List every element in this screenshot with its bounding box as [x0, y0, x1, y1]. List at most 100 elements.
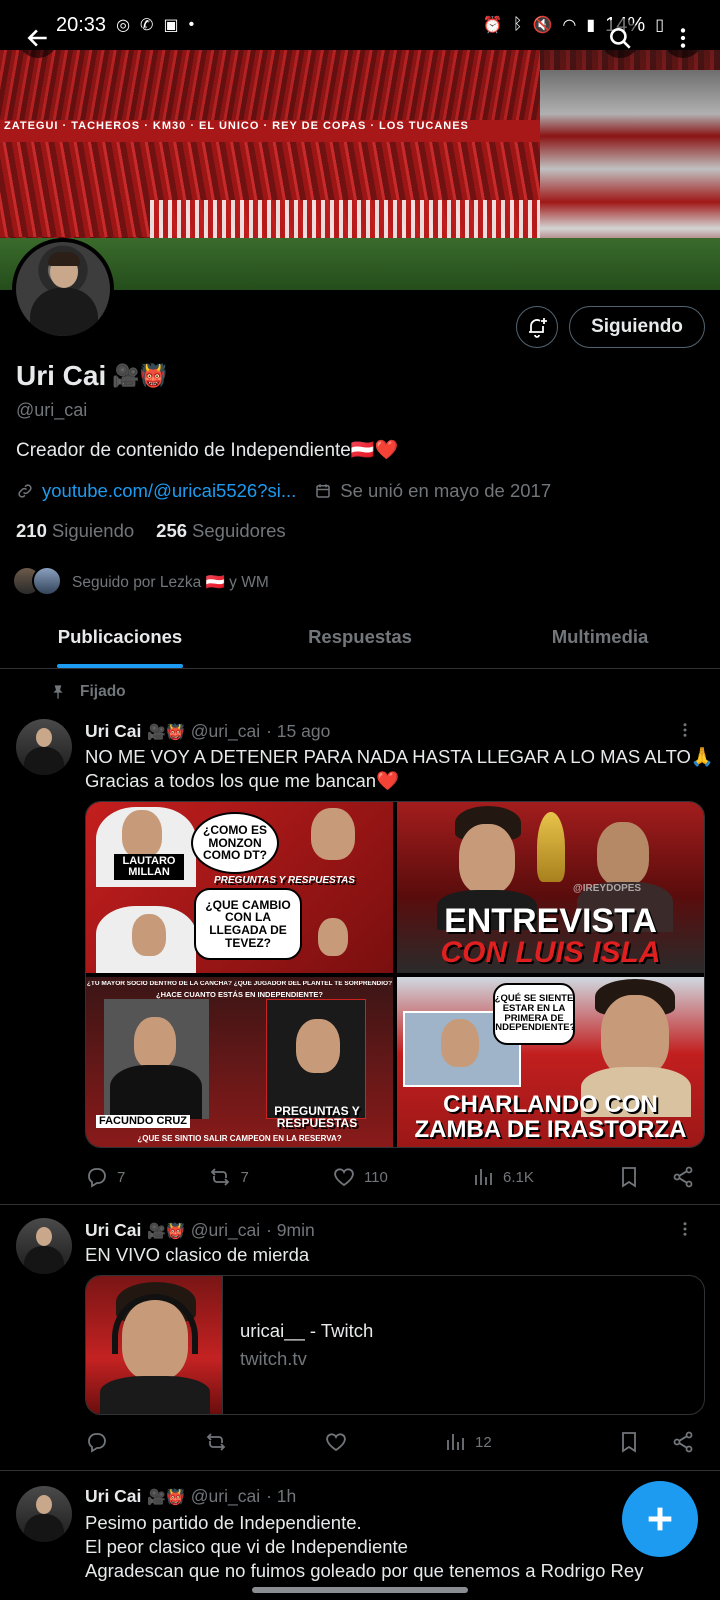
post-avatar[interactable]	[16, 1486, 72, 1542]
banner-flags	[150, 200, 540, 240]
share-button[interactable]	[671, 1165, 695, 1189]
post-text-line: Agradescan que no fuimos goleado por que…	[85, 1560, 644, 1581]
view-count: 6.1K	[502, 1168, 534, 1186]
post-avatar[interactable]	[16, 719, 72, 775]
search-icon	[610, 28, 631, 49]
joined-date: Se unió en mayo de 2017	[340, 480, 552, 501]
back-button[interactable]	[18, 18, 58, 58]
share-button[interactable]	[671, 1430, 695, 1454]
mute-icon: 🔇	[532, 17, 553, 34]
question-bubble: ¿QUE CAMBIO CON LA LLEGADA DE TEVEZ?	[194, 888, 302, 960]
post-author-emojis: 🎥👹	[147, 1488, 185, 1506]
plus-icon	[648, 1507, 672, 1531]
media-thumbnail[interactable]: ¿TU MAYOR SOCIO DENTRO DE LA CANCHA? ¿QU…	[86, 976, 393, 1147]
profile-name: Uri Cai	[16, 360, 107, 391]
bookmark-button[interactable]	[617, 1430, 641, 1454]
media-thumbnail[interactable]: ENTREVISTA CON LUIS ISLA @IREYDOPES	[397, 802, 704, 973]
views-icon	[475, 1169, 492, 1185]
notifications-button[interactable]	[516, 306, 558, 348]
home-indicator[interactable]	[252, 1587, 468, 1593]
follower-avatars	[12, 566, 64, 598]
post-author-handle: @uri_cai	[190, 721, 261, 741]
following-count: 210	[16, 520, 47, 541]
post-avatar[interactable]	[16, 1218, 72, 1274]
photo-face	[311, 808, 355, 860]
photo-face	[597, 822, 649, 886]
like-button[interactable]: 110	[332, 1165, 388, 1189]
followed-by-row[interactable]: Seguido por Lezka 🇦🇹 y WM	[12, 566, 269, 598]
gallery-icon: ▣	[163, 17, 179, 34]
repost-icon	[207, 1433, 226, 1451]
views-button[interactable]: 6.1K	[471, 1165, 534, 1189]
heart-icon	[334, 1168, 354, 1187]
link-preview-card[interactable]: uricai__ - Twitch twitch.tv	[85, 1275, 705, 1415]
alarm-icon: ⏰	[482, 17, 503, 34]
signal-icon: ▮	[586, 17, 596, 34]
post-author-name[interactable]: Uri Cai	[85, 1220, 141, 1241]
more-vertical-icon	[683, 1222, 687, 1236]
media-watermark: @IREYDOPES	[573, 883, 642, 894]
post-header: Uri Cai 🎥👹 @uri_cai · 1h	[85, 1486, 296, 1507]
post-author-name[interactable]: Uri Cai	[85, 721, 141, 742]
trophy-icon	[537, 812, 565, 882]
photo-face	[318, 918, 348, 956]
following-stat[interactable]: 210 Siguiendo	[16, 520, 134, 542]
profile-name-row: Uri Cai 🎥👹	[16, 360, 167, 392]
reply-icon	[88, 1168, 106, 1188]
compose-post-button[interactable]	[622, 1481, 698, 1557]
media-thumbnail[interactable]: ¿COMO ES MONZON COMO DT? LAUTARO MILLAN …	[86, 802, 393, 973]
media-thumbnail[interactable]: ¿QUÉ SE SIENTE ESTAR EN LA PRIMERA DE IN…	[397, 976, 704, 1147]
repost-icon	[211, 1168, 230, 1186]
whatsapp-icon: ✆	[140, 17, 154, 34]
media-banner-text: PREGUNTAS Y RESPUESTAS	[214, 875, 355, 886]
views-icon	[447, 1434, 464, 1450]
bookmark-icon	[622, 1167, 636, 1188]
repost-count: 7	[240, 1168, 249, 1186]
link-thumbnail	[86, 1276, 223, 1414]
profile-handle: @uri_cai	[16, 400, 88, 420]
name-tag: LAUTARO MILLAN	[114, 854, 184, 880]
followers-stat[interactable]: 256 Seguidores	[156, 520, 285, 542]
media-banner-text: PREGUNTAS Y RESPUESTAS	[274, 1103, 360, 1130]
more-options-button[interactable]	[663, 18, 703, 58]
post-divider	[0, 1204, 720, 1205]
reply-button[interactable]	[85, 1430, 109, 1454]
repost-button[interactable]	[204, 1430, 228, 1454]
reply-count: 7	[117, 1168, 126, 1186]
post-author-name[interactable]: Uri Cai	[85, 1486, 141, 1507]
profile-banner[interactable]: ZATEGUI · TACHEROS · KM30 · EL ÚNICO · R…	[0, 50, 720, 290]
link-icon	[18, 484, 32, 498]
media-subtitle: ZAMBA DE IRASTORZA	[414, 1115, 687, 1143]
calendar-icon	[316, 484, 331, 498]
following-button[interactable]: Siguiendo	[569, 306, 705, 348]
post-text-line: Gracias a todos los que me bancan❤️	[85, 770, 400, 791]
photo-body	[110, 1064, 202, 1119]
tab-multimedia[interactable]: Multimedia	[480, 605, 720, 668]
photo-face	[601, 994, 669, 1077]
post-action-bar: 7 7 110 6.1K	[85, 1165, 695, 1189]
post-more-button[interactable]	[676, 1219, 694, 1245]
reply-icon	[88, 1433, 106, 1453]
post-more-button[interactable]	[676, 720, 694, 746]
repost-button[interactable]: 7	[208, 1165, 249, 1189]
pinned-label: Fijado	[50, 683, 126, 701]
profile-avatar[interactable]	[12, 238, 114, 340]
like-button[interactable]	[324, 1430, 348, 1454]
tab-respuestas[interactable]: Respuestas	[240, 605, 480, 668]
media-bottom-text: ¿QUE SE SINTIO SALIR CAMPEON EN LA RESER…	[137, 1133, 342, 1143]
tab-publicaciones[interactable]: Publicaciones	[0, 605, 240, 668]
view-count: 12	[474, 1433, 492, 1451]
views-button[interactable]: 12	[443, 1430, 492, 1454]
profile-link[interactable]: youtube.com/@uricai5526?si...	[42, 480, 296, 502]
photo-face	[122, 810, 162, 858]
search-button[interactable]	[600, 18, 640, 58]
reply-button[interactable]: 7	[85, 1165, 125, 1189]
bookmark-button[interactable]	[617, 1165, 641, 1189]
clock: 20:33	[56, 13, 107, 36]
banner-sign: ZATEGUI · TACHEROS · KM30 · EL ÚNICO · R…	[0, 120, 540, 142]
profile-tabs: Publicaciones Respuestas Multimedia	[0, 605, 720, 669]
more-vertical-icon	[680, 28, 686, 48]
post-text-line: NO ME VOY A DETENER PARA NADA HASTA LLEG…	[85, 746, 714, 767]
back-arrow-icon	[27, 29, 47, 47]
profile-meta: youtube.com/@uricai5526?si... Se unió en…	[16, 480, 551, 502]
